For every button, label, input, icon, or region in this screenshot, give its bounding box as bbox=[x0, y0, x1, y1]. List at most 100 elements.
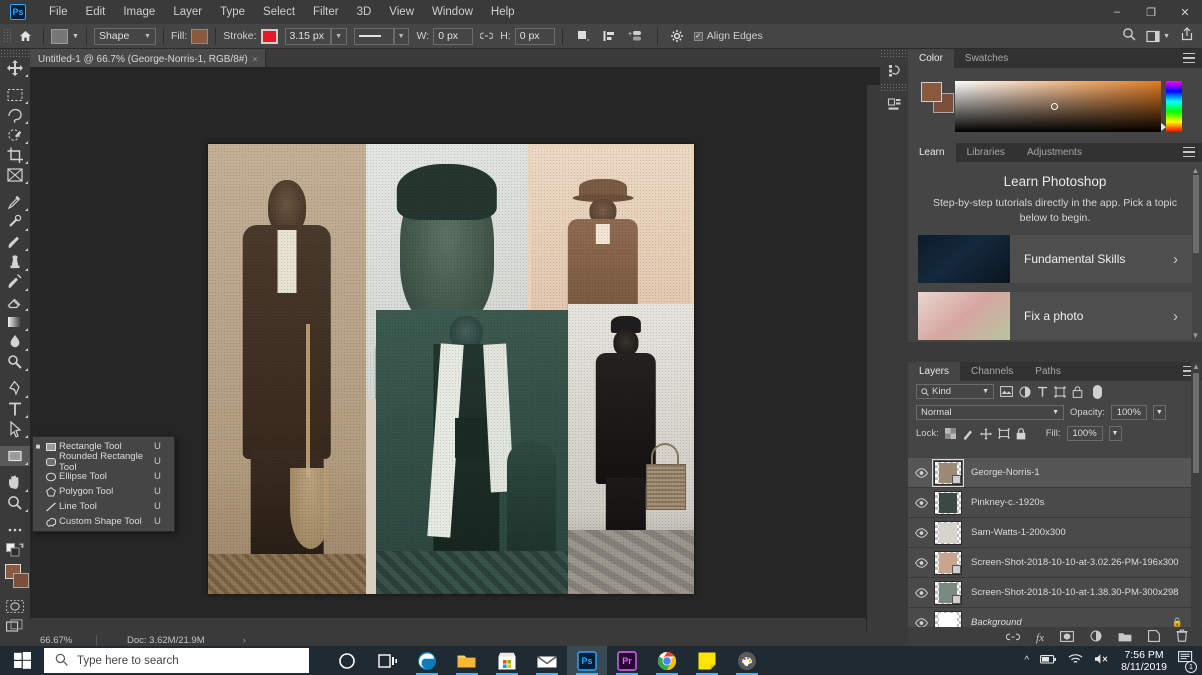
delete-layer-icon[interactable] bbox=[1176, 629, 1188, 647]
menu-item-view[interactable]: View bbox=[380, 0, 423, 24]
artboard[interactable] bbox=[208, 144, 694, 594]
color-ramp[interactable] bbox=[955, 81, 1161, 132]
chevron-right-icon[interactable]: › bbox=[1173, 308, 1178, 325]
premiere-pro-icon[interactable]: Pr bbox=[607, 646, 647, 675]
menu-item-select[interactable]: Select bbox=[254, 0, 304, 24]
chevron-down-icon[interactable]: ▼ bbox=[72, 33, 79, 40]
menu-item-image[interactable]: Image bbox=[114, 0, 164, 24]
quick-mask-icon[interactable] bbox=[0, 596, 30, 616]
menu-item-edit[interactable]: Edit bbox=[77, 0, 115, 24]
screen-mode-icon[interactable] bbox=[0, 616, 30, 636]
fill-swatch[interactable] bbox=[191, 28, 209, 44]
gradient-tool[interactable] bbox=[0, 312, 30, 332]
adjustment-filter-icon[interactable] bbox=[1019, 386, 1031, 398]
google-chrome-icon[interactable] bbox=[647, 646, 687, 675]
layer-name[interactable]: Screen-Shot-2018-10-10-at-1.38.30-PM-300… bbox=[971, 587, 1191, 598]
tab-channels[interactable]: Channels bbox=[960, 362, 1024, 381]
add-layer-mask-icon[interactable] bbox=[1060, 629, 1074, 647]
layer-thumbnail[interactable] bbox=[932, 458, 964, 487]
layer-visibility-icon[interactable] bbox=[908, 617, 934, 627]
lock-position-icon[interactable] bbox=[979, 427, 992, 440]
layer-row[interactable]: Screen-Shot-2018-10-10-at-3.02.26-PM-196… bbox=[908, 548, 1191, 578]
layers-list[interactable]: George-Norris-1 Pinkney-c.-1920s Sam-Watts… bbox=[908, 458, 1191, 627]
fill-stepper[interactable]: ▼ bbox=[1108, 426, 1122, 441]
layer-visibility-icon[interactable] bbox=[908, 497, 934, 508]
tutorial-card[interactable]: Fundamental Skills › bbox=[918, 235, 1192, 283]
new-layer-icon[interactable] bbox=[1148, 629, 1160, 647]
layers-list-scrollbar[interactable]: ▲ bbox=[1191, 362, 1201, 627]
dodge-tool[interactable] bbox=[0, 352, 30, 372]
path-selection-tool[interactable] bbox=[0, 419, 30, 439]
flyout-item-polygon[interactable]: Polygon Tool U bbox=[33, 484, 174, 499]
blend-mode-select[interactable]: Normal ▼ bbox=[916, 405, 1064, 420]
layer-visibility-icon[interactable] bbox=[908, 587, 934, 598]
default-colors-icon[interactable] bbox=[0, 540, 30, 562]
path-arrangement-icon[interactable]: + bbox=[622, 29, 650, 43]
share-icon[interactable] bbox=[1180, 26, 1194, 46]
close-button[interactable]: ✕ bbox=[1168, 0, 1202, 24]
mail-icon[interactable] bbox=[527, 646, 567, 675]
height-input[interactable]: 0 px bbox=[514, 27, 555, 45]
properties-panel-icon[interactable] bbox=[880, 91, 908, 117]
shape-preset-picker[interactable] bbox=[51, 28, 68, 44]
menu-item-layer[interactable]: Layer bbox=[164, 0, 211, 24]
zoom-tool[interactable] bbox=[0, 493, 30, 513]
canvas-horizontal-scrollbar[interactable] bbox=[30, 618, 866, 631]
layer-visibility-icon[interactable] bbox=[908, 467, 934, 478]
path-alignment-icon[interactable] bbox=[596, 29, 622, 43]
options-bar-grip[interactable] bbox=[3, 28, 11, 44]
file-explorer-icon[interactable] bbox=[447, 646, 487, 675]
sticky-notes-icon[interactable] bbox=[687, 646, 727, 675]
maximize-button[interactable]: ❐ bbox=[1134, 0, 1168, 24]
menu-item-filter[interactable]: Filter bbox=[304, 0, 348, 24]
lasso-tool[interactable] bbox=[0, 105, 30, 125]
hue-bar[interactable] bbox=[1161, 81, 1182, 132]
chevron-right-icon[interactable]: › bbox=[1173, 251, 1178, 268]
edit-toolbar-tool[interactable] bbox=[0, 520, 30, 540]
canvas-vertical-scrollbar[interactable] bbox=[867, 85, 880, 631]
wifi-icon[interactable] bbox=[1068, 652, 1083, 670]
eyedropper-tool[interactable] bbox=[0, 192, 30, 212]
new-group-icon[interactable] bbox=[1118, 629, 1132, 647]
lock-image-pixels-icon[interactable] bbox=[962, 428, 974, 440]
layer-name[interactable]: Background bbox=[971, 617, 1172, 627]
tool-mode-select[interactable]: Shape ▼ bbox=[93, 27, 156, 45]
fill-input[interactable]: 100% bbox=[1066, 426, 1103, 441]
layer-name[interactable]: Pinkney-c.-1920s bbox=[971, 497, 1191, 508]
type-filter-icon[interactable] bbox=[1037, 386, 1048, 398]
canvas[interactable] bbox=[30, 67, 880, 631]
panel-menu-icon[interactable] bbox=[1183, 147, 1195, 157]
workspace-switcher[interactable]: ▼ bbox=[1146, 30, 1170, 43]
microsoft-edge-icon[interactable] bbox=[407, 646, 447, 675]
menu-item-file[interactable]: File bbox=[40, 0, 77, 24]
layer-thumbnail[interactable] bbox=[934, 490, 962, 515]
menu-item-help[interactable]: Help bbox=[482, 0, 524, 24]
opacity-input[interactable]: 100% bbox=[1110, 405, 1147, 420]
lock-artboard-nesting-icon[interactable] bbox=[998, 428, 1010, 439]
layer-thumbnail[interactable] bbox=[934, 550, 962, 575]
menu-item-type[interactable]: Type bbox=[211, 0, 254, 24]
flyout-item-custom-shape[interactable]: Custom Shape Tool U bbox=[33, 514, 174, 529]
stroke-width-stepper[interactable]: ▼ bbox=[330, 27, 347, 45]
flyout-item-ellipse[interactable]: Ellipse Tool U bbox=[33, 469, 174, 484]
brush-tool[interactable] bbox=[0, 232, 30, 252]
stroke-style-select[interactable] bbox=[353, 27, 394, 45]
tab-adjustments[interactable]: Adjustments bbox=[1016, 143, 1093, 162]
task-view-icon[interactable] bbox=[367, 646, 407, 675]
link-icon[interactable] bbox=[480, 31, 494, 41]
layer-thumbnail[interactable] bbox=[934, 520, 962, 545]
layer-visibility-icon[interactable] bbox=[908, 557, 934, 568]
document-tab[interactable]: Untitled-1 @ 66.7% (George-Norris-1, RGB… bbox=[30, 49, 267, 67]
hue-slider-handle[interactable] bbox=[1161, 123, 1166, 131]
panel-menu-icon[interactable] bbox=[1183, 53, 1195, 63]
hand-tool[interactable] bbox=[0, 473, 30, 493]
lock-all-icon[interactable] bbox=[1016, 427, 1026, 440]
gear-icon[interactable] bbox=[665, 29, 689, 43]
menu-item-3d[interactable]: 3D bbox=[348, 0, 381, 24]
layer-row[interactable]: Background 🔒 bbox=[908, 608, 1191, 627]
layer-name[interactable]: Sam-Watts-1-200x300 bbox=[971, 527, 1191, 538]
tab-learn[interactable]: Learn bbox=[908, 143, 956, 162]
rectangular-marquee-tool[interactable] bbox=[0, 85, 30, 105]
paint-3d-icon[interactable] bbox=[727, 646, 767, 675]
layer-row[interactable]: Screen-Shot-2018-10-10-at-1.38.30-PM-300… bbox=[908, 578, 1191, 608]
